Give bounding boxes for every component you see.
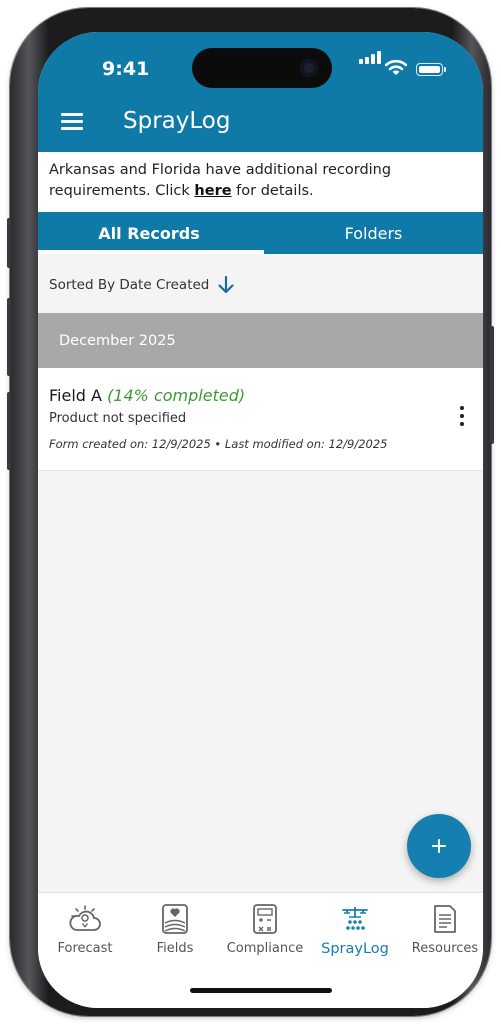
status-time: 9:41 (102, 58, 150, 80)
sort-label: Sorted By Date Created (49, 277, 210, 293)
sort-control[interactable]: Sorted By Date Created (49, 272, 235, 298)
nav-compliance-label: Compliance (226, 941, 304, 956)
nav-fields[interactable]: Fields (130, 903, 220, 973)
sprayer-icon (342, 907, 368, 930)
nav-resources-label: Resources (411, 941, 479, 956)
field-icon (162, 904, 188, 934)
nav-forecast-label: Forecast (57, 941, 113, 956)
wifi-icon (385, 59, 407, 75)
document-icon (434, 905, 456, 933)
status-bar: 9:41 (38, 32, 483, 96)
action-button (7, 218, 11, 268)
tab-all-records[interactable]: All Records (38, 212, 264, 254)
record-completion: (14% completed) (107, 386, 246, 405)
record-product: Product not specified (49, 411, 187, 426)
dynamic-island (192, 48, 332, 88)
add-record-button[interactable] (407, 814, 471, 878)
volume-down-button (7, 392, 11, 470)
weather-icon (69, 905, 101, 931)
tab-folders[interactable]: Folders (264, 212, 483, 254)
details-link[interactable]: here (194, 183, 231, 199)
phone-frame: 9:41 SprayLog Arkansas and Florida have … (7, 8, 494, 1016)
arrow-down-icon (218, 275, 234, 294)
notice-text-end: for details. (231, 183, 314, 199)
requirements-notice: Arkansas and Florida have additional rec… (38, 152, 483, 212)
tab-bar: All Records Folders (38, 212, 483, 254)
record-title: Field A (14% completed) (49, 386, 245, 405)
nav-resources[interactable]: Resources (400, 903, 483, 973)
app-title: SprayLog (123, 108, 231, 134)
calculator-icon (253, 904, 277, 934)
nav-spraylog[interactable]: SprayLog (310, 903, 400, 973)
power-button (490, 326, 494, 444)
record-item[interactable]: Field A (14% completed) Product not spec… (38, 368, 483, 471)
battery-icon (416, 63, 446, 76)
record-dates: Form created on: 12/9/2025 • Last modifi… (49, 437, 388, 451)
more-options-icon[interactable] (452, 404, 472, 428)
menu-button[interactable] (60, 110, 86, 134)
nav-forecast[interactable]: Forecast (40, 903, 130, 973)
screen: 9:41 SprayLog Arkansas and Florida have … (38, 32, 483, 1008)
record-name: Field A (49, 386, 102, 405)
app-bar: SprayLog (38, 98, 483, 152)
nav-spraylog-label: SprayLog (321, 941, 389, 957)
nav-compliance[interactable]: Compliance (220, 903, 310, 973)
camera-icon (300, 59, 318, 77)
nav-fields-label: Fields (156, 941, 194, 956)
top-bar: 9:41 SprayLog (38, 32, 483, 152)
month-header: December 2025 (38, 313, 483, 368)
volume-up-button (7, 298, 11, 376)
home-indicator (190, 988, 332, 993)
